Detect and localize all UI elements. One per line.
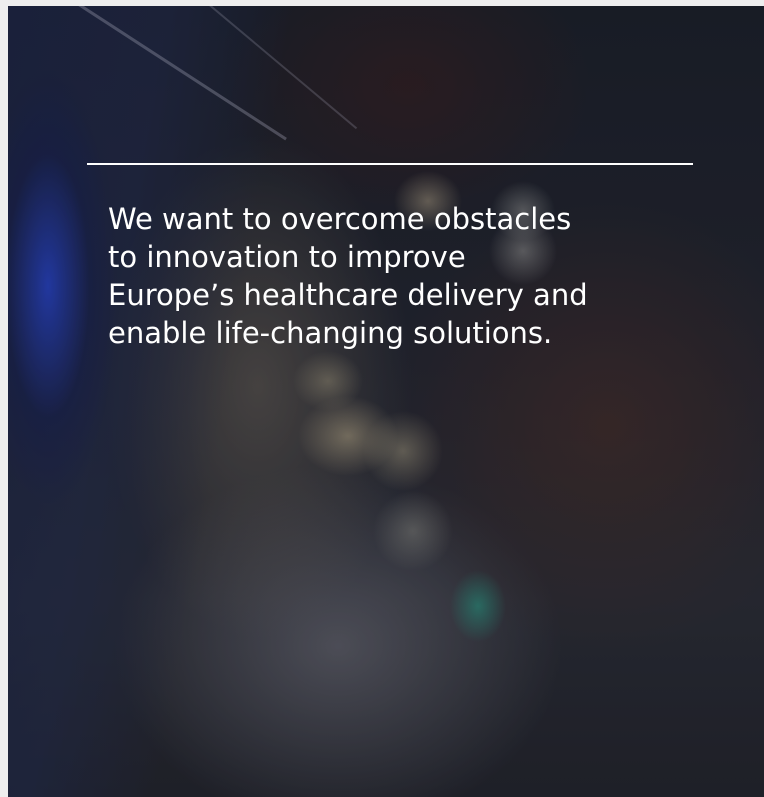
page-frame: We want to overcome obstacles to innovat… bbox=[0, 0, 764, 797]
mission-statement: We want to overcome obstacles to innovat… bbox=[108, 202, 588, 350]
dark-overlay bbox=[8, 6, 764, 797]
hero-banner: We want to overcome obstacles to innovat… bbox=[8, 6, 764, 797]
divider-line bbox=[87, 163, 693, 165]
